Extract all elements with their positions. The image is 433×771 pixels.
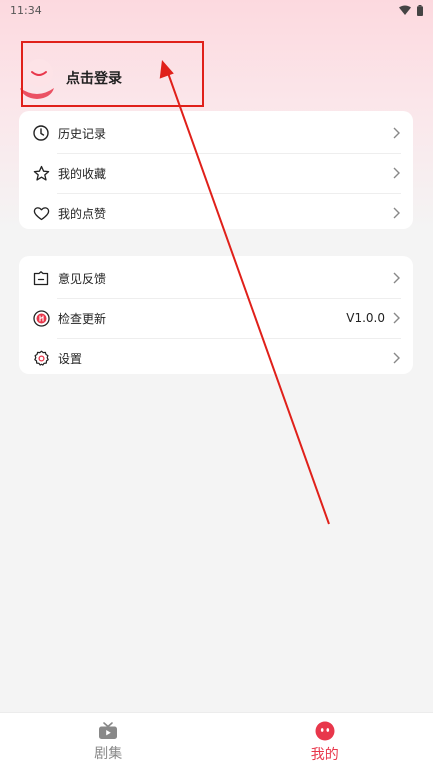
clock-icon: [32, 124, 50, 142]
menu-item-label: 我的收藏: [58, 166, 107, 181]
chevron-right-icon: [393, 272, 400, 284]
menu-item-settings[interactable]: 设置: [19, 338, 413, 378]
menu-item-likes[interactable]: 我的点赞: [19, 193, 413, 233]
chevron-right-icon: [393, 207, 400, 219]
heart-icon: [32, 204, 50, 222]
status-icons: [399, 4, 423, 16]
menu-card-system: 意见反馈 检查更新 V1.0.0 设置: [19, 256, 413, 374]
chevron-right-icon: [393, 127, 400, 139]
menu-item-label: 检查更新: [58, 311, 107, 326]
menu-item-history[interactable]: 历史记录: [19, 113, 413, 153]
gear-icon: [32, 349, 50, 367]
wifi-icon: [399, 5, 411, 15]
menu-item-feedback[interactable]: 意见反馈: [19, 258, 413, 298]
update-icon: [32, 309, 50, 327]
tab-mine[interactable]: 我的: [217, 713, 433, 771]
status-time: 11:34: [10, 3, 42, 17]
feedback-icon: [32, 269, 50, 287]
tab-label: 剧集: [94, 745, 123, 762]
menu-item-favorites[interactable]: 我的收藏: [19, 153, 413, 193]
menu-card-personal: 历史记录 我的收藏 我的点赞: [19, 111, 413, 229]
tv-icon: [99, 721, 118, 739]
version-value: V1.0.0: [346, 311, 385, 325]
tab-label: 我的: [310, 746, 339, 763]
menu-item-label: 意见反馈: [58, 271, 107, 286]
menu-item-label: 设置: [58, 351, 83, 366]
menu-item-label: 历史记录: [58, 126, 107, 141]
tab-drama[interactable]: 剧集: [0, 713, 217, 771]
chevron-right-icon: [393, 167, 400, 179]
menu-item-label: 我的点赞: [58, 206, 107, 221]
battery-icon: [417, 4, 423, 16]
annotation-highlight-box: [21, 41, 204, 107]
star-icon: [32, 164, 50, 182]
chevron-right-icon: [393, 352, 400, 364]
smile-face-icon: [315, 721, 335, 740]
menu-item-check-update[interactable]: 检查更新 V1.0.0: [19, 298, 413, 338]
chevron-right-icon: [393, 312, 400, 324]
bottom-tab-bar: 剧集 我的: [0, 712, 433, 771]
status-bar: 11:34: [0, 0, 433, 20]
